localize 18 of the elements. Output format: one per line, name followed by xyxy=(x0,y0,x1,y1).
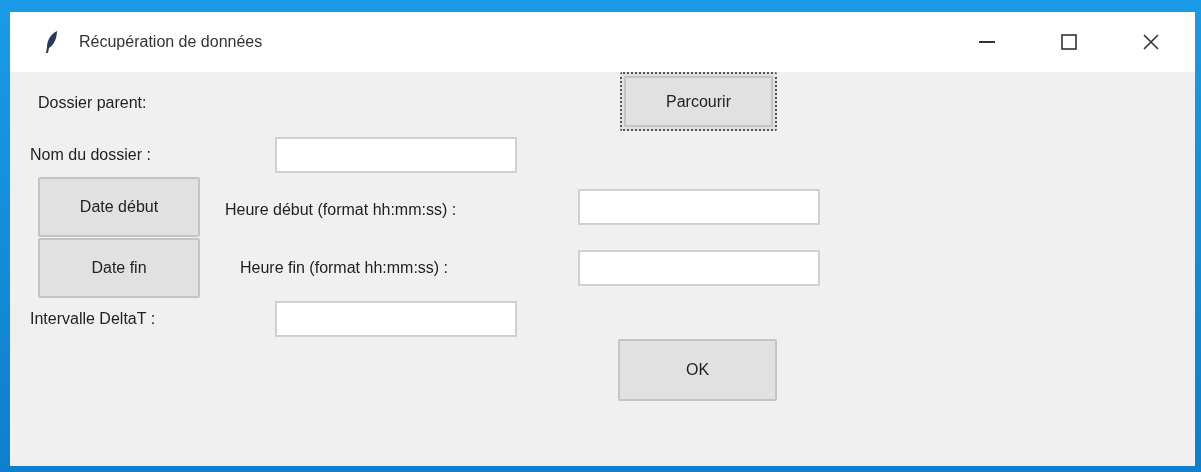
maximize-icon[interactable] xyxy=(1061,34,1077,50)
input-field[interactable] xyxy=(578,250,820,286)
feather-icon xyxy=(45,30,59,54)
browse-button[interactable]: Parcourir xyxy=(620,72,777,131)
date-button[interactable]: Date fin xyxy=(38,238,200,298)
input-field[interactable] xyxy=(275,300,517,337)
field-label: Heure début (format hh:mm:ss) : xyxy=(224,199,458,219)
close-icon[interactable] xyxy=(1143,34,1159,50)
field-label: Intervalle DeltaT : xyxy=(29,309,157,328)
window-title: Récupération de données xyxy=(79,33,263,51)
field-label: Heure fin (format hh:mm:ss) : xyxy=(239,259,450,277)
input-field[interactable] xyxy=(275,137,517,173)
field-label: Dossier parent: xyxy=(37,94,148,112)
date-button[interactable]: Date début xyxy=(38,176,200,237)
ok-button[interactable]: OK xyxy=(618,339,777,401)
field-label: Nom du dossier : xyxy=(29,146,152,164)
minimize-icon[interactable] xyxy=(979,41,995,43)
input-field[interactable] xyxy=(578,188,820,225)
